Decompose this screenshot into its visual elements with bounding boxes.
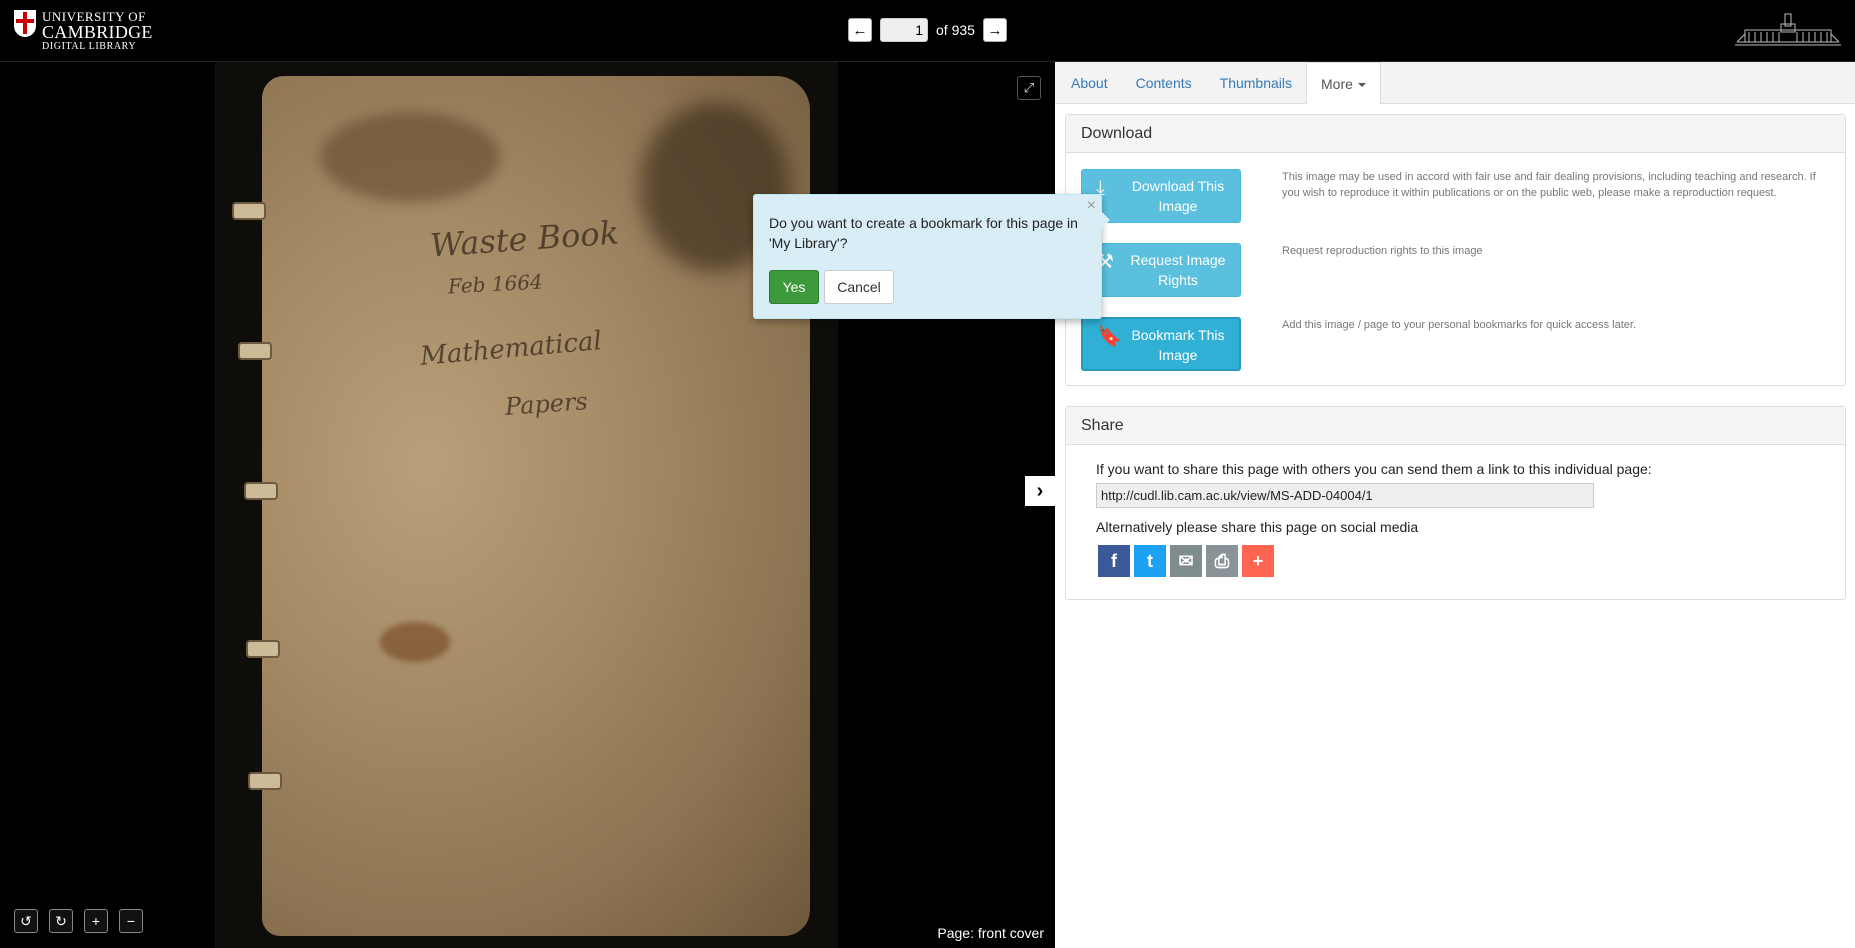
request-rights-description: Request reproduction rights to this imag… bbox=[1282, 245, 1483, 257]
prev-page-button[interactable]: ← bbox=[848, 18, 872, 42]
yes-button[interactable]: Yes bbox=[769, 270, 819, 304]
expand-icon: ⤢ bbox=[1023, 80, 1035, 95]
caret-down-icon bbox=[1357, 83, 1366, 88]
share-url-field[interactable] bbox=[1096, 483, 1594, 508]
download-section: Download ⤓ Download This Image This imag… bbox=[1065, 114, 1846, 386]
social-share-text: Alternatively please share this page on … bbox=[1096, 519, 1419, 535]
binding-tie bbox=[232, 202, 266, 220]
request-rights-label: Request Image Rights bbox=[1130, 252, 1226, 288]
add-share-icon[interactable]: + bbox=[1242, 545, 1274, 577]
cambridge-shield-icon bbox=[14, 10, 36, 37]
bookmark-prompt: Do you want to create a bookmark for thi… bbox=[769, 215, 1078, 251]
zoom-in-button[interactable]: + bbox=[84, 909, 108, 933]
binding-tie bbox=[248, 772, 282, 790]
rotate-right-icon: ↻ bbox=[55, 912, 67, 929]
tab-thumbnails[interactable]: Thumbnails bbox=[1206, 62, 1306, 103]
twitter-icon[interactable]: t bbox=[1134, 545, 1166, 577]
arrow-left-icon: ← bbox=[852, 21, 868, 39]
page-total: of 935 bbox=[936, 22, 975, 38]
handwriting-line: Feb 1664 bbox=[447, 269, 544, 299]
bookmark-image-button[interactable]: 🔖 Bookmark This Image bbox=[1081, 317, 1241, 371]
page-number-input[interactable] bbox=[880, 18, 928, 42]
social-buttons: f t ✉ ⎙ + bbox=[1098, 545, 1274, 577]
binding-tie bbox=[238, 342, 272, 360]
page-label: Page: front cover bbox=[937, 925, 1044, 941]
share-intro: If you want to share this page with othe… bbox=[1096, 461, 1652, 477]
page-navigator: ← of 935 → bbox=[848, 18, 1007, 42]
binding-tie bbox=[244, 482, 278, 500]
rotate-right-button[interactable]: ↻ bbox=[49, 909, 73, 933]
library-building-icon bbox=[1735, 13, 1841, 46]
download-image-description: This image may be used in accord with fa… bbox=[1282, 171, 1816, 199]
cancel-button[interactable]: Cancel bbox=[824, 270, 894, 304]
facebook-icon[interactable]: f bbox=[1098, 545, 1130, 577]
side-panel: About Contents Thumbnails More Download … bbox=[1055, 62, 1855, 948]
tab-more-label: More bbox=[1321, 76, 1353, 92]
cambridge-logo[interactable]: UNIVERSITY OF CAMBRIDGE DIGITAL LIBRARY bbox=[14, 10, 153, 52]
zoom-in-icon: + bbox=[91, 913, 101, 929]
tab-contents[interactable]: Contents bbox=[1122, 62, 1206, 103]
top-bar: UNIVERSITY OF CAMBRIDGE DIGITAL LIBRARY … bbox=[0, 0, 1855, 62]
request-rights-button[interactable]: ⚒ Request Image Rights bbox=[1081, 243, 1241, 297]
bookmark-image-label: Bookmark This Image bbox=[1131, 327, 1225, 363]
bookmark-popover: × Do you want to create a bookmark for t… bbox=[753, 194, 1110, 319]
chevron-right-icon: › bbox=[1036, 479, 1044, 502]
arrow-right-icon: → bbox=[987, 21, 1003, 39]
viewer-controls: ↺ ↻ + − bbox=[14, 909, 143, 933]
binding-tie bbox=[246, 640, 280, 658]
bookmark-icon: 🔖 bbox=[1097, 326, 1122, 348]
toggle-panel-button[interactable]: › bbox=[1025, 476, 1055, 506]
next-page-button[interactable]: → bbox=[982, 18, 1007, 42]
handwriting-line: Papers bbox=[504, 387, 589, 421]
logo-line2: CAMBRIDGE bbox=[42, 22, 153, 42]
share-section: Share If you want to share this page wit… bbox=[1065, 406, 1846, 600]
rotate-left-button[interactable]: ↺ bbox=[14, 909, 38, 933]
rotate-left-icon: ↺ bbox=[20, 912, 32, 929]
tab-bar: About Contents Thumbnails More bbox=[1055, 62, 1855, 105]
share-heading: Share bbox=[1066, 407, 1845, 445]
zoom-out-button[interactable]: − bbox=[119, 909, 143, 933]
logo-line3: DIGITAL LIBRARY bbox=[42, 41, 137, 52]
email-icon[interactable]: ✉ bbox=[1170, 545, 1202, 577]
bookmark-image-description: Add this image / page to your personal b… bbox=[1282, 319, 1637, 331]
zoom-out-icon: − bbox=[126, 913, 136, 929]
download-image-label: Download This Image bbox=[1131, 178, 1225, 214]
fullscreen-button[interactable]: ⤢ bbox=[1017, 76, 1041, 100]
tab-more[interactable]: More bbox=[1306, 62, 1381, 105]
download-heading: Download bbox=[1066, 115, 1845, 153]
tab-about[interactable]: About bbox=[1057, 62, 1122, 103]
print-icon[interactable]: ⎙ bbox=[1206, 545, 1238, 577]
